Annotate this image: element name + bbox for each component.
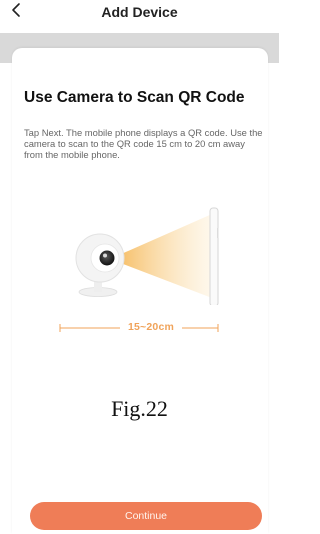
camera-icon <box>75 233 125 297</box>
distance-label: 15~20cm <box>127 321 175 333</box>
header-bar: Add Device <box>0 0 279 33</box>
page-title: Add Device <box>101 4 178 20</box>
instruction-text: Tap Next. The mobile phone displays a QR… <box>24 127 263 160</box>
scan-beam <box>110 214 212 298</box>
section-heading: Use Camera to Scan QR Code <box>24 89 245 106</box>
continue-button[interactable]: Continue <box>30 502 262 530</box>
phone-icon <box>209 207 219 305</box>
camera-scan-illustration <box>75 207 219 305</box>
distance-indicator: 15~20cm <box>0 318 279 338</box>
figure-caption: Fig.22 <box>111 396 168 421</box>
